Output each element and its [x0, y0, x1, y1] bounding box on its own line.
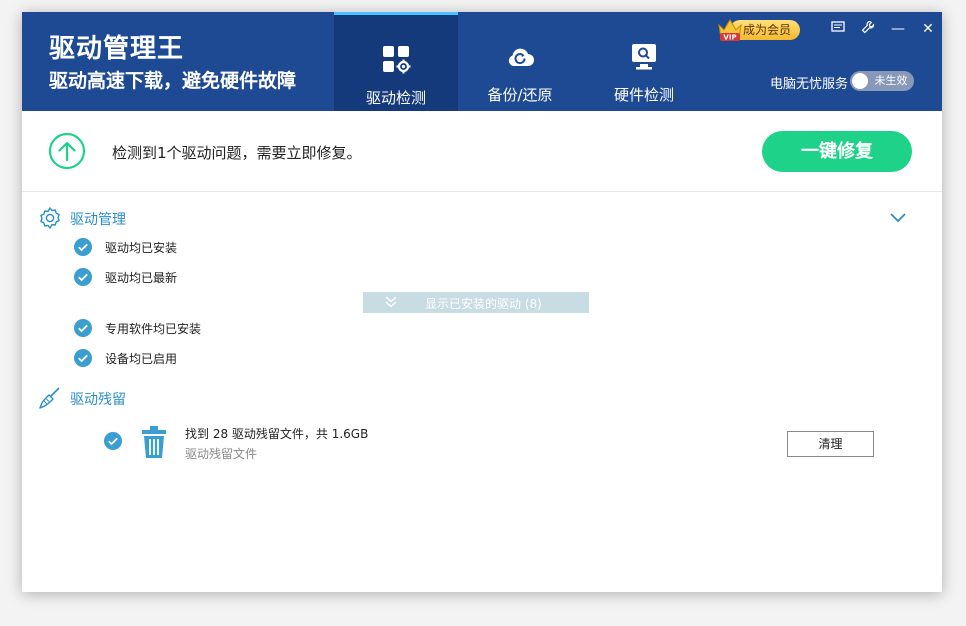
message-icon — [831, 21, 845, 32]
check-circle-icon — [74, 349, 92, 367]
app-title: 驱动管理王 — [49, 34, 185, 64]
tab-backup-restore[interactable]: 备份/还原 — [458, 12, 582, 111]
item-label: 驱动均已安装 — [105, 241, 178, 255]
toggle-status-text: 未生效 — [874, 74, 908, 87]
chevron-down-icon[interactable] — [888, 210, 908, 226]
gear-icon — [40, 207, 60, 229]
vip-badge-text: VIP — [723, 34, 736, 42]
tab-driver-scan[interactable]: 驱动检测 — [334, 12, 458, 111]
tab-label: 驱动检测 — [365, 89, 426, 107]
check-circle-icon — [104, 432, 122, 450]
residue-description: 驱动残留文件 — [185, 447, 258, 461]
trash-icon — [142, 426, 166, 458]
backup-restore-icon — [508, 48, 534, 66]
toggle-knob — [852, 73, 868, 89]
become-member-button[interactable]: 成为会员 VIP — [716, 17, 800, 42]
minimize-button[interactable]: — — [888, 20, 908, 38]
driver-residue-header: 驱动残留 — [38, 386, 178, 410]
item-label: 专用软件均已安装 — [105, 322, 202, 336]
show-installed-drivers-button[interactable]: 显示已安装的驱动 (8) — [363, 292, 589, 313]
alert-message: 检测到1个驱动问题，需要立即修复。 — [112, 144, 362, 162]
double-chevron-down-icon — [385, 296, 397, 308]
section-title: 驱动残留 — [70, 392, 126, 408]
item-label: 设备均已启用 — [105, 352, 178, 366]
tab-hardware-check[interactable]: 硬件检测 — [582, 12, 706, 111]
tab-label: 备份/还原 — [487, 86, 553, 104]
alert-bar: 检测到1个驱动问题，需要立即修复。 一键修复 — [22, 111, 942, 192]
residue-summary: 找到 28 驱动残留文件，共 1.6GB — [185, 427, 369, 441]
arrow-up-circle-icon — [48, 132, 86, 170]
section-title: 驱动管理 — [70, 212, 126, 228]
clean-button[interactable]: 清理 — [787, 431, 874, 457]
tab-label: 硬件检测 — [613, 86, 674, 104]
settings-button[interactable] — [858, 20, 878, 38]
header-bar: 驱动管理王 驱动高速下载，避免硬件故障 驱动检测 备份/还原 硬件检测 成为会员… — [22, 12, 942, 111]
driver-management-header: 驱动管理 — [38, 206, 178, 230]
check-circle-icon — [74, 268, 92, 286]
one-click-repair-button[interactable]: 一键修复 — [762, 131, 912, 172]
show-installed-label: 显示已安装的驱动 (8) — [425, 297, 542, 311]
service-toggle[interactable]: 未生效 — [850, 71, 914, 91]
close-button[interactable]: ✕ — [918, 20, 938, 38]
app-subtitle: 驱动高速下载，避免硬件故障 — [49, 70, 297, 92]
app-window: 驱动管理王 驱动高速下载，避免硬件故障 驱动检测 备份/还原 硬件检测 成为会员… — [22, 12, 942, 592]
broom-icon — [39, 387, 60, 409]
hardware-check-icon — [632, 44, 656, 70]
vip-crown-icon: VIP — [718, 19, 742, 42]
driver-scan-icon — [383, 46, 411, 74]
residue-row: 找到 28 驱动残留文件，共 1.6GB 驱动残留文件 清理 — [104, 422, 894, 472]
message-button[interactable] — [828, 20, 848, 38]
wrench-icon — [861, 20, 875, 34]
check-circle-icon — [74, 319, 92, 337]
service-label: 电脑无忧服务 — [770, 77, 849, 92]
check-circle-icon — [74, 238, 92, 256]
item-label: 驱动均已最新 — [105, 271, 178, 285]
